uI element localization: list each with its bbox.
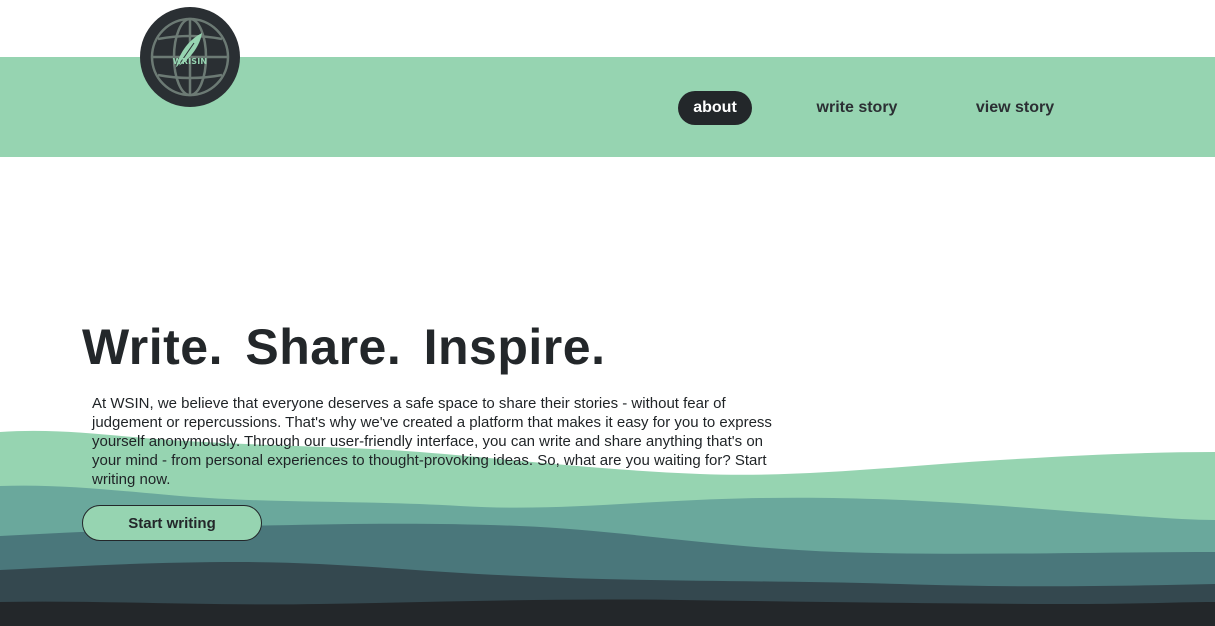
- hero-description: At WSIN, we believe that everyone deserv…: [92, 395, 772, 488]
- nav-write-story[interactable]: write story: [808, 91, 906, 125]
- nav-about[interactable]: about: [678, 91, 752, 125]
- logo-wordmark: WRISIN: [172, 57, 208, 66]
- nav-view-story[interactable]: view story: [968, 91, 1062, 125]
- page: WRISIN about write story view story Writ…: [0, 0, 1215, 626]
- site-logo[interactable]: WRISIN: [140, 7, 240, 107]
- hero-title: Write. Share. Inspire.: [82, 319, 606, 375]
- start-writing-button[interactable]: Start writing: [82, 505, 262, 541]
